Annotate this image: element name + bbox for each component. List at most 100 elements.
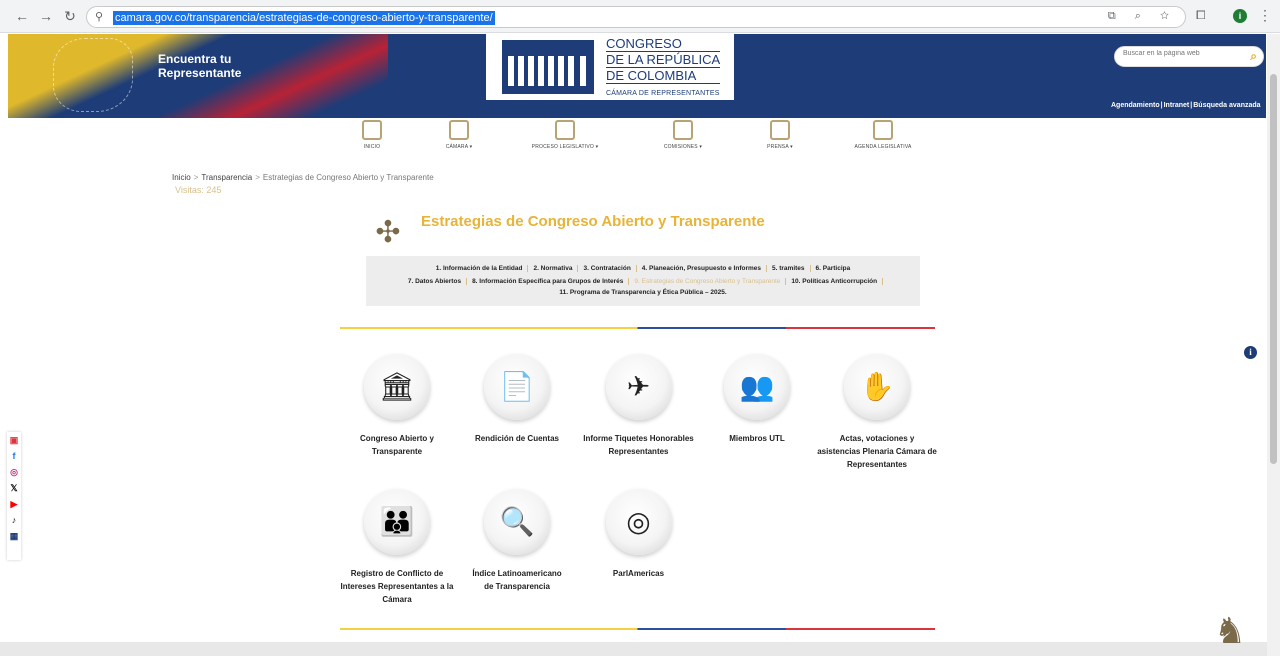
report-magnifier-icon: 📄	[499, 371, 535, 402]
nav-label: COMISIONES ▾	[663, 144, 703, 150]
team-icon: 👥	[739, 371, 775, 402]
profile-avatar[interactable]: i	[1233, 9, 1247, 23]
tab-programa-transparencia[interactable]: 11. Programa de Transparencia y Ética Pú…	[554, 289, 731, 296]
address-bar[interactable]: ⚲ camara.gov.co/transparencia/estrategia…	[86, 6, 1186, 28]
card-conflicto-intereses[interactable]: 👪 Registro de Conflicto de Intereses Rep…	[337, 489, 457, 606]
main-nav: INICIO CÁMARA ▾ PROCESO LEGISLATIVO ▾ CO…	[330, 120, 950, 156]
logo-subtitle: CÁMARA DE REPRESENTANTES	[606, 90, 720, 97]
extensions-icon[interactable]: ⧠	[1196, 8, 1206, 23]
url-text[interactable]: camara.gov.co/transparencia/estrategias-…	[113, 11, 495, 25]
card-label: Actas, votaciones y asistencias Plenaria…	[817, 434, 937, 469]
bottom-strip	[0, 642, 1267, 656]
busqueda-avanzada-link[interactable]: Búsqueda avanzada	[1193, 102, 1260, 109]
card-indice-latinoamericano[interactable]: 🔍 Índice Latinoamericano de Transparenci…	[457, 489, 577, 593]
tv-icon[interactable]: ▣	[7, 432, 21, 448]
card-label: Registro de Conflicto de Intereses Repre…	[340, 569, 454, 604]
parlamericas-logo-icon: ◎	[626, 506, 651, 537]
instagram-icon[interactable]: ◎	[7, 464, 21, 480]
colombia-map-icon[interactable]	[53, 38, 133, 112]
breadcrumb-home[interactable]: Inicio	[172, 173, 191, 182]
transparency-menu: 1. Información de la Entidad 2. Normativa…	[366, 256, 920, 306]
find-representative-link[interactable]: Encuentra tu Representante	[158, 52, 248, 80]
nav-label: CÁMARA ▾	[445, 144, 473, 150]
building-icon	[449, 120, 469, 140]
card-label: Congreso Abierto y Transparente	[360, 434, 434, 456]
info-icon[interactable]: i	[1244, 346, 1257, 359]
app-icon[interactable]: ▦	[7, 528, 21, 544]
youtube-icon[interactable]: ▶	[7, 496, 21, 512]
card-actas-votaciones[interactable]: ✋ Actas, votaciones y asistencias Plenar…	[817, 354, 937, 471]
breadcrumb: Inicio > Transparencia > Estrategias de Cong…	[172, 173, 434, 182]
griffin-emblem-icon: ♞	[1213, 610, 1247, 651]
tricolor-divider	[340, 327, 935, 329]
card-label: ParlAmericas	[612, 569, 665, 578]
nav-label: PRENSA ▾	[767, 144, 793, 150]
capitol-logo-icon	[502, 40, 594, 94]
transparency-emblem-icon: ✣	[375, 216, 401, 249]
browser-toolbar: ← → ↻ ⚲ camara.gov.co/transparencia/estr…	[0, 0, 1280, 33]
people-group-icon: 👪	[379, 506, 415, 537]
nav-item-agenda-legislativa[interactable]: AGENDA LEGISLATIVA	[838, 120, 928, 150]
card-informe-tiquetes[interactable]: ✈ Informe Tiquetes Honorables Representa…	[576, 354, 701, 458]
vote-hand-icon: ✋	[859, 371, 895, 402]
site-info-icon[interactable]: ⚲	[95, 10, 103, 23]
tab-normativa[interactable]: 2. Normativa	[528, 265, 579, 272]
browser-menu-icon[interactable]: ⋮	[1258, 7, 1272, 24]
tab-estrategias-congreso[interactable]: 9. Estrategias de Congreso Abierto y Tra…	[629, 278, 787, 285]
site-search[interactable]: ⌕	[1114, 46, 1264, 67]
nav-item-prensa[interactable]: PRENSA ▾	[735, 120, 825, 150]
tricolor-divider-bottom	[340, 628, 935, 630]
visit-counter: Visitas: 245	[175, 185, 222, 195]
document-icon	[555, 120, 575, 140]
search-icon[interactable]: ⌕	[1250, 49, 1257, 64]
card-rendicion-cuentas[interactable]: 📄 Rendición de Cuentas	[457, 354, 577, 445]
top-links: Agendamiento|Intranet|Búsqueda avanzada	[1111, 102, 1261, 109]
breadcrumb-section[interactable]: Transparencia	[201, 173, 252, 182]
nav-item-comisiones[interactable]: COMISIONES ▾	[638, 120, 728, 150]
nav-item-inicio[interactable]: INICIO	[327, 120, 417, 150]
card-label: Miembros UTL	[729, 434, 785, 443]
logo-line-1: CONGRESO	[606, 36, 721, 52]
scroll-thumb[interactable]	[1270, 74, 1277, 464]
back-icon[interactable]: ←	[14, 8, 30, 24]
card-label: Rendición de Cuentas	[474, 434, 559, 443]
card-miembros-utl[interactable]: 👥 Miembros UTL	[697, 354, 817, 445]
page-title: Estrategias de Congreso Abierto y Transp…	[421, 213, 765, 230]
card-congreso-abierto[interactable]: 🏛 Congreso Abierto y Transparente	[337, 354, 457, 458]
agendamiento-link[interactable]: Agendamiento	[1111, 102, 1160, 109]
tab-tramites[interactable]: 5. tramites	[767, 265, 811, 272]
tiktok-icon[interactable]: ♪	[7, 512, 21, 528]
address-bar-actions[interactable]: ⧉ ⌕ ☆	[1108, 10, 1177, 23]
logo-line-3: DE COLOMBIA	[606, 68, 721, 84]
nav-label: PROCESO LEGISLATIVO ▾	[531, 144, 599, 150]
tab-informacion-entidad[interactable]: 1. Información de la Entidad	[431, 265, 529, 272]
nav-label: INICIO	[363, 144, 381, 150]
search-input[interactable]	[1123, 50, 1233, 57]
card-label: Informe Tiquetes Honorables Representant…	[583, 434, 694, 456]
card-label: Índice Latinoamericano de Transparencia	[472, 569, 562, 591]
nav-item-proceso-legislativo[interactable]: PROCESO LEGISLATIVO ▾	[520, 120, 610, 150]
facebook-icon[interactable]: f	[7, 448, 21, 464]
card-parlamericas[interactable]: ◎ ParlAmericas	[576, 489, 701, 580]
tab-contratacion[interactable]: 3. Contratación	[578, 265, 637, 272]
commissions-icon	[673, 120, 693, 140]
scrollbar[interactable]	[1267, 34, 1280, 656]
home-icon	[362, 120, 382, 140]
tab-planeacion[interactable]: 4. Planeación, Presupuesto e Informes	[637, 265, 768, 272]
press-icon	[770, 120, 790, 140]
tab-grupos-interes[interactable]: 8. Información Específica para Grupos de…	[467, 278, 630, 285]
capitol-icon: 🏛	[379, 371, 415, 402]
airplane-icon: ✈	[626, 371, 651, 402]
logo-line-2: DE LA REPÚBLICA	[606, 52, 721, 68]
intranet-link[interactable]: Intranet	[1164, 102, 1190, 109]
forward-icon[interactable]: →	[38, 8, 54, 24]
congress-logo[interactable]: CONGRESO DE LA REPÚBLICA DE COLOMBIA CÁM…	[486, 34, 734, 100]
nav-item-camara[interactable]: CÁMARA ▾	[414, 120, 504, 150]
site-header: Encuentra tu Representante CONGRESO DE L…	[8, 34, 1266, 118]
reload-icon[interactable]: ↻	[62, 8, 78, 24]
magnifier-building-icon: 🔍	[499, 506, 535, 537]
x-icon[interactable]: 𝕏	[7, 480, 21, 496]
tab-datos-abiertos[interactable]: 7. Datos Abiertos	[403, 278, 468, 285]
tab-politicas-anticorrupcion[interactable]: 10. Políticas Anticorrupción	[786, 278, 884, 285]
tab-participa[interactable]: 6. Participa	[811, 265, 856, 272]
